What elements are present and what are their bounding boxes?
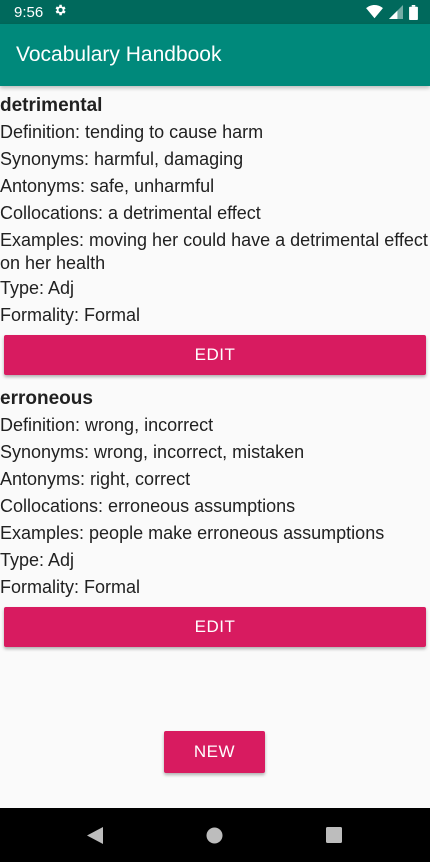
edit-button[interactable]: EDIT [4, 607, 426, 647]
entry-type: Type: Adj [0, 278, 75, 298]
entry-synonyms: Synonyms: wrong, incorrect, mistaken [0, 442, 305, 462]
home-icon[interactable] [206, 827, 223, 844]
entry-antonyms: Antonyms: safe, unharmful [0, 176, 215, 196]
list-item: erroneous Definition: wrong, incorrect S… [0, 383, 430, 647]
entry-examples: Examples: people make erroneous assumpti… [0, 523, 385, 543]
app-bar: Vocabulary Handbook [0, 24, 430, 86]
new-button[interactable]: NEW [164, 731, 265, 773]
entry-formality: Formality: Formal [0, 305, 141, 325]
gear-icon [53, 3, 67, 21]
status-bar: 9:56 [0, 0, 430, 24]
cell-signal-icon [389, 5, 403, 19]
wifi-icon [366, 5, 383, 19]
app-title: Vocabulary Handbook [16, 43, 222, 66]
entry-definition: Definition: wrong, incorrect [0, 415, 214, 435]
back-icon[interactable] [87, 826, 103, 844]
entry-collocations: Collocations: erroneous assumptions [0, 496, 296, 516]
navigation-bar [0, 808, 430, 862]
status-time: 9:56 [14, 3, 44, 21]
recents-icon[interactable] [326, 827, 342, 843]
entry-type: Type: Adj [0, 550, 75, 570]
entry-examples: Examples: moving her could have a detrim… [0, 230, 428, 273]
edit-button[interactable]: EDIT [4, 335, 426, 375]
entry-word: detrimental [0, 95, 103, 116]
entry-synonyms: Synonyms: harmful, damaging [0, 149, 244, 169]
entry-definition: Definition: tending to cause harm [0, 122, 264, 142]
list-item: detrimental Definition: tending to cause… [0, 90, 430, 375]
battery-icon [409, 4, 418, 20]
entry-antonyms: Antonyms: right, correct [0, 469, 191, 489]
entry-collocations: Collocations: a detrimental effect [0, 203, 261, 223]
entry-word: erroneous [0, 388, 93, 409]
entry-formality: Formality: Formal [0, 577, 141, 597]
